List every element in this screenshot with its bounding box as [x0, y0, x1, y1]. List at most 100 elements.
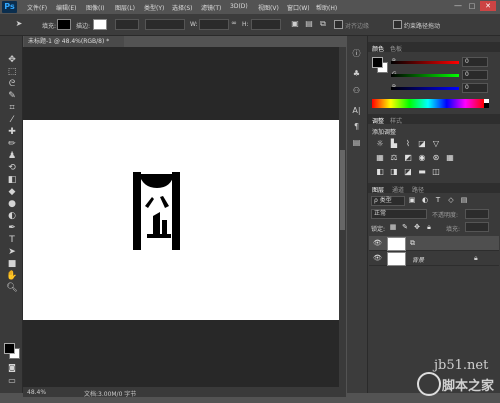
quick-mask-icon[interactable]: ◙ [6, 362, 18, 373]
height-field[interactable] [251, 19, 281, 30]
color-balance-icon[interactable]: ⚖ [389, 153, 399, 163]
zoom-tool-icon[interactable]: 🔍︎ [6, 283, 18, 294]
move-tool-icon[interactable]: ✥ [6, 55, 18, 66]
path-operations-icon[interactable]: ▣ [290, 18, 300, 29]
path-selection-tool-icon[interactable]: ➤ [6, 247, 18, 258]
blend-mode-select[interactable]: 正常 [371, 209, 427, 219]
lock-pixels-icon[interactable]: ✎ [400, 222, 410, 232]
path-select-tool-icon[interactable]: ➤ [14, 18, 24, 29]
menu-3d[interactable]: 3D(D) [230, 3, 248, 10]
filter-adjust-icon[interactable]: ◐ [420, 195, 430, 205]
menu-layer[interactable]: 图层(L) [115, 3, 135, 12]
brightness-contrast-icon[interactable]: ☼ [375, 139, 385, 149]
filter-pixel-icon[interactable]: ▣ [407, 195, 417, 205]
color-lookup-icon[interactable]: ▦ [445, 153, 455, 163]
brush-panel-icon[interactable]: ♣ [350, 68, 363, 80]
exposure-icon[interactable]: ◪ [417, 139, 427, 149]
marquee-tool-icon[interactable]: ⬚ [6, 67, 18, 78]
layer-kind-filter[interactable]: ρ 类型 [371, 196, 405, 206]
path-alignment-icon[interactable]: ▤ [304, 18, 314, 29]
color-spectrum-bar[interactable] [372, 99, 484, 108]
blue-value-field[interactable]: 0 [462, 83, 488, 93]
levels-icon[interactable]: ▙ [389, 139, 399, 149]
menu-select[interactable]: 选择(S) [172, 3, 193, 12]
width-field[interactable] [199, 19, 229, 30]
fill-field[interactable] [465, 222, 489, 232]
rectangle-tool-icon[interactable]: ■ [6, 259, 18, 270]
lock-transparent-icon[interactable]: ▦ [388, 222, 398, 232]
canvas-shape-artwork[interactable] [133, 168, 181, 252]
eye-visibility-icon[interactable]: 👁︎ [373, 239, 382, 247]
zoom-level[interactable]: 48.4% [27, 389, 46, 396]
channel-mixer-icon[interactable]: ⊛ [431, 153, 441, 163]
green-slider[interactable] [391, 74, 459, 77]
panel-foreground-swatch[interactable] [372, 57, 383, 68]
menu-filter[interactable]: 滤镜(T) [201, 3, 221, 12]
invert-icon[interactable]: ◧ [375, 167, 385, 177]
photo-filter-icon[interactable]: ◉ [417, 153, 427, 163]
threshold-icon[interactable]: ◪ [403, 167, 413, 177]
info-icon[interactable]: ⓘ [350, 48, 363, 60]
clone-source-icon[interactable]: ⚇ [350, 85, 363, 97]
filter-smart-object-icon[interactable]: ▤ [459, 195, 469, 205]
lock-all-icon[interactable]: 🔒︎ [424, 222, 434, 232]
align-edges-checkbox[interactable] [334, 20, 343, 29]
blur-tool-icon[interactable]: ● [6, 199, 18, 210]
clone-stamp-tool-icon[interactable]: ♟ [6, 151, 18, 162]
close-button[interactable]: ✕ [480, 1, 496, 11]
vibrance-icon[interactable]: ▽ [431, 139, 441, 149]
tab-adjustments[interactable]: 调整 [372, 116, 384, 125]
spectrum-black-swatch[interactable] [484, 103, 489, 108]
document-canvas[interactable] [23, 120, 339, 320]
document-tab[interactable]: 未标题-1 @ 48.4%(RGB/8) * [24, 36, 124, 47]
character-panel-icon[interactable]: A| [350, 105, 363, 117]
menu-type[interactable]: 类型(Y) [144, 3, 164, 12]
menu-help[interactable]: 帮助(H) [316, 3, 337, 12]
opacity-field[interactable] [465, 209, 489, 219]
blue-slider[interactable] [391, 87, 459, 90]
green-value-field[interactable]: 0 [462, 70, 488, 80]
menu-image[interactable]: 图像(I) [86, 3, 104, 12]
tab-layers[interactable]: 图层 [372, 185, 384, 194]
eyedropper-tool-icon[interactable]: ⁄ [6, 115, 18, 126]
gradient-map-icon[interactable]: ▬ [417, 167, 427, 177]
tab-channels[interactable]: 通道 [392, 185, 404, 194]
tab-color[interactable]: 颜色 [372, 44, 384, 53]
menu-window[interactable]: 窗口(W) [287, 3, 310, 12]
maximize-button[interactable]: □ [466, 1, 478, 11]
black-white-icon[interactable]: ◩ [403, 153, 413, 163]
menu-view[interactable]: 视图(V) [258, 3, 279, 12]
quick-select-tool-icon[interactable]: ✎ [6, 91, 18, 102]
tab-paths[interactable]: 路径 [412, 185, 424, 194]
dodge-tool-icon[interactable]: ◐ [6, 211, 18, 222]
tab-styles[interactable]: 样式 [390, 116, 402, 125]
path-arrangement-icon[interactable]: ⧉ [318, 18, 328, 29]
selective-color-icon[interactable]: ◫ [431, 167, 441, 177]
eye-visibility-icon[interactable]: 👁︎ [373, 254, 382, 262]
tab-swatches[interactable]: 色板 [390, 44, 402, 53]
history-brush-tool-icon[interactable]: ⟲ [6, 163, 18, 174]
fill-swatch[interactable] [57, 19, 71, 30]
link-icon[interactable]: ∞ [229, 18, 239, 29]
scrollbar-thumb[interactable] [340, 150, 345, 230]
eraser-tool-icon[interactable]: ◧ [6, 175, 18, 186]
filter-shape-icon[interactable]: ◇ [446, 195, 456, 205]
paragraph-panel-icon[interactable]: ¶ [350, 121, 363, 133]
filter-type-icon[interactable]: T [433, 195, 443, 205]
lasso-tool-icon[interactable]: ᘓ [6, 79, 18, 90]
brush-tool-icon[interactable]: ✏ [6, 139, 18, 150]
red-slider[interactable] [391, 61, 459, 64]
foreground-color-swatch[interactable] [4, 343, 15, 354]
tool-presets-icon[interactable]: ▤ [350, 137, 363, 149]
hue-saturation-icon[interactable]: ▦ [375, 153, 385, 163]
screen-mode-icon[interactable]: ▭ [6, 375, 18, 386]
stroke-swatch[interactable] [93, 19, 107, 30]
healing-brush-tool-icon[interactable]: ✚ [6, 127, 18, 138]
stroke-width-field[interactable] [115, 19, 139, 30]
type-tool-icon[interactable]: T [6, 235, 18, 246]
stroke-type-select[interactable] [145, 19, 185, 30]
hand-tool-icon[interactable]: ✋ [6, 271, 18, 282]
menu-edit[interactable]: 编辑(E) [56, 3, 76, 12]
red-value-field[interactable]: 0 [462, 57, 488, 67]
paint-bucket-tool-icon[interactable]: ◆ [6, 187, 18, 198]
